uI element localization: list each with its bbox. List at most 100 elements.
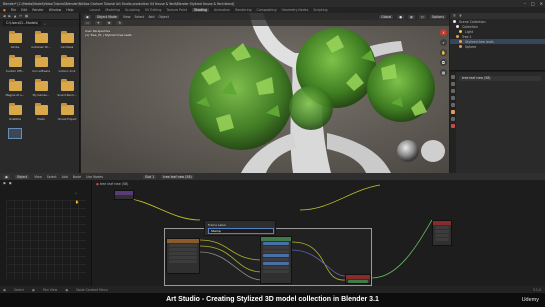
- outliner-row-label: Light: [465, 29, 473, 34]
- file-item[interactable]: Adobe: [3, 31, 27, 52]
- workspace-tab-uv-editing[interactable]: UV Editing: [145, 8, 162, 12]
- menu-add[interactable]: Add: [62, 175, 68, 179]
- parent-folder-icon[interactable]: ▲: [14, 14, 16, 18]
- file-item[interactable]: Magpie sh e...: [3, 79, 27, 100]
- principled-bsdf-node[interactable]: [260, 236, 292, 284]
- search-icon[interactable]: ⌕: [44, 22, 46, 26]
- render-tab-icon[interactable]: [451, 82, 455, 86]
- file-item[interactable]: Custom Offi...: [3, 55, 27, 76]
- outliner-row[interactable]: Sphere: [450, 44, 545, 49]
- mode-dropdown[interactable]: Object Mode: [94, 14, 119, 19]
- file-item[interactable]: Lumion 11.0: [55, 55, 79, 76]
- workspace-tab-shading[interactable]: Shading: [192, 8, 209, 12]
- file-item[interactable]: Unreal Project: [55, 103, 79, 124]
- workspace-tab-scripting[interactable]: Scripting: [313, 8, 327, 12]
- file-item[interactable]: Autodesk Sh...: [29, 31, 53, 52]
- cursor-icon[interactable]: ✛: [95, 21, 102, 25]
- file-item[interactable]: icon software: [29, 55, 53, 76]
- workspace-tab-animation[interactable]: Animation: [214, 8, 230, 12]
- menu-object[interactable]: Object: [158, 15, 168, 19]
- course-caption-bar: Art Studio - Creating Stylized 3D model …: [0, 293, 545, 307]
- menu-edit[interactable]: Edit: [21, 8, 27, 12]
- menu-window[interactable]: Window: [49, 8, 62, 12]
- folder-icon: [34, 79, 48, 91]
- use-nodes-checkbox[interactable]: Use Nodes: [86, 175, 103, 179]
- path-field[interactable]: C:\Users\D...Models\: [3, 21, 42, 26]
- menu-select[interactable]: Select: [134, 15, 144, 19]
- shading-solid-icon[interactable]: ●: [397, 14, 405, 19]
- mesh-icon: [459, 40, 462, 43]
- file-grid: Adobe Autodesk Sh... Camtasia Custom Off…: [0, 27, 79, 152]
- workspace-tab-geometry-nodes[interactable]: Geometry Nodes: [281, 8, 308, 12]
- zoom-icon[interactable]: ⌕: [440, 39, 447, 46]
- options-dropdown[interactable]: Options: [429, 14, 446, 19]
- tool-tab-icon[interactable]: [451, 75, 455, 79]
- outliner-display-icon[interactable]: ☰: [453, 14, 456, 18]
- menu-render[interactable]: Render: [32, 8, 43, 12]
- menu-select[interactable]: Select: [47, 175, 57, 179]
- shading-rendered-icon[interactable]: ○: [418, 14, 426, 19]
- workspace-tab-texture-paint[interactable]: Texture Paint: [166, 8, 187, 12]
- menu-view[interactable]: View: [123, 15, 131, 19]
- menu-add[interactable]: Add: [148, 15, 154, 19]
- output-tab-icon[interactable]: [451, 89, 455, 93]
- file-item[interactable]: [3, 127, 27, 148]
- shading-material-icon[interactable]: ◐: [408, 14, 415, 19]
- camera-icon[interactable]: ◘: [440, 59, 447, 66]
- material-dropdown[interactable]: tree leaf new (58): [161, 174, 194, 179]
- shader-type-dropdown[interactable]: Object: [14, 174, 30, 179]
- object-tab-icon[interactable]: [451, 110, 455, 114]
- modifier-tab-icon[interactable]: [451, 117, 455, 121]
- 3d-viewport[interactable]: ◉ Object Mode View Select Add Object Glo…: [81, 13, 449, 173]
- slot-dropdown[interactable]: Slot 1: [143, 174, 157, 179]
- back-arrow-icon[interactable]: ◀: [3, 14, 5, 18]
- filter-icon[interactable]: ⧩: [459, 14, 462, 18]
- input-node[interactable]: [114, 190, 134, 200]
- menu-help[interactable]: Help: [66, 8, 73, 12]
- node-editor[interactable]: ◉ ▣ ⌕ ✋ ● tree leaf new (58) Frame Label…: [0, 180, 545, 286]
- file-item[interactable]: Camtasia: [55, 31, 79, 52]
- close-button[interactable]: ✕: [540, 1, 543, 6]
- material-slot-field[interactable]: tree leaf new (58): [459, 76, 541, 81]
- workspace-tab-rendering[interactable]: Rendering: [235, 8, 251, 12]
- file-item[interactable]: Poeta: [29, 103, 53, 124]
- pan-hand-icon[interactable]: ✋: [440, 49, 447, 56]
- workspace-tab-layout[interactable]: Layout: [90, 8, 101, 12]
- rotate-icon[interactable]: ↻: [116, 21, 124, 25]
- workspace-tab-sculpting[interactable]: Sculpting: [125, 8, 140, 12]
- maximize-button[interactable]: □: [531, 1, 535, 6]
- menu-view[interactable]: View: [34, 175, 42, 179]
- material-tab-icon[interactable]: [451, 124, 455, 128]
- grid-toggle-icon[interactable]: ▦: [440, 69, 447, 76]
- world-tab-icon[interactable]: [451, 103, 455, 107]
- texture-node[interactable]: [166, 238, 200, 274]
- material-output-node[interactable]: [345, 274, 371, 284]
- folder-icon: [34, 55, 48, 67]
- frame-label-popup: Frame Label Stamp: [204, 220, 276, 236]
- frame-label-input[interactable]: Stamp: [208, 228, 274, 234]
- file-item[interactable]: Sound Recor...: [55, 79, 79, 100]
- viewport-tool-header: ▭ ✛ ✥ ↻: [81, 20, 449, 26]
- workspace-tab-compositing[interactable]: Compositing: [257, 8, 277, 12]
- select-box-icon[interactable]: ▭: [84, 21, 92, 25]
- transform-orientation-dropdown[interactable]: Global: [379, 14, 394, 19]
- menu-file[interactable]: File: [11, 8, 16, 12]
- scene-tab-icon[interactable]: [451, 96, 455, 100]
- workspace-tab-modeling[interactable]: Modeling: [105, 8, 120, 12]
- file-item[interactable]: My Games...: [29, 79, 53, 100]
- title-bar: Blender* [C:\Media\Model\Video\Tutorial\…: [0, 0, 545, 7]
- forward-arrow-icon[interactable]: ▶: [8, 14, 10, 18]
- blender-logo-icon[interactable]: ●: [3, 8, 6, 12]
- node-socket-row: [263, 270, 289, 273]
- refresh-icon[interactable]: ⟳: [19, 14, 22, 18]
- editor-type-icon[interactable]: ◉: [84, 14, 91, 19]
- move-icon[interactable]: ✥: [105, 21, 113, 25]
- minimize-button[interactable]: –: [524, 1, 526, 6]
- axis-gizmo-icon[interactable]: x: [440, 29, 447, 36]
- grid-view-icon[interactable]: ▦: [25, 14, 28, 18]
- shader-node[interactable]: [432, 220, 452, 246]
- file-item[interactable]: OneNote: [3, 103, 27, 124]
- editor-type-icon[interactable]: ◉: [3, 174, 10, 179]
- folder-icon: [8, 55, 22, 67]
- menu-node[interactable]: Node: [73, 175, 81, 179]
